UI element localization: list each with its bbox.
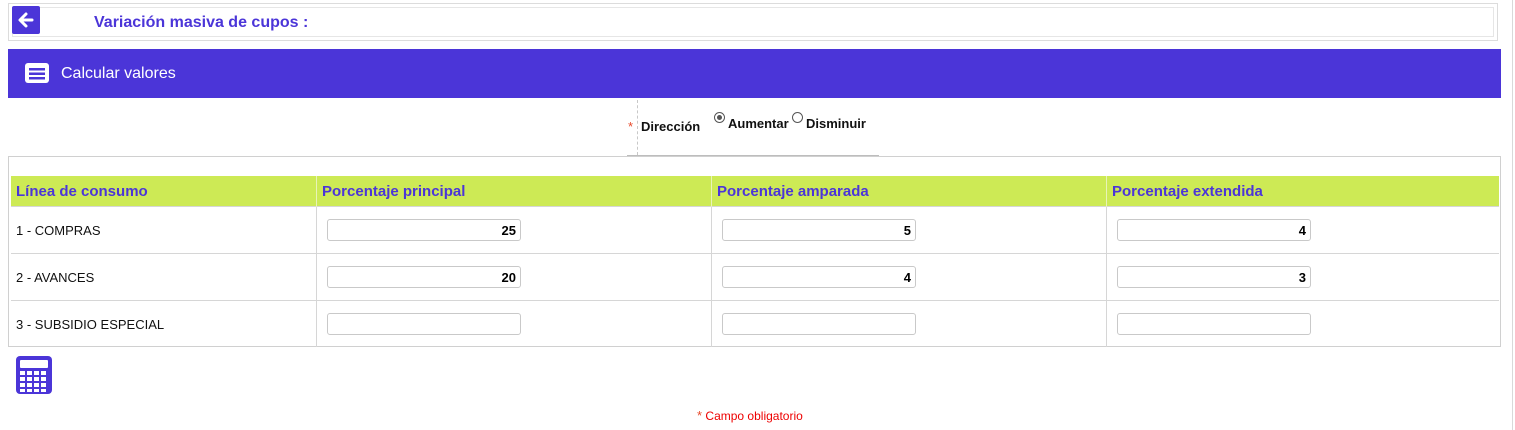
row-name: 2 - AVANCES — [11, 253, 317, 301]
required-marker: * — [697, 408, 703, 423]
required-field-note: * Campo obligatorio — [697, 408, 803, 423]
direction-label: Dirección — [641, 119, 701, 134]
radio-disminuir-label[interactable]: Disminuir — [806, 116, 866, 131]
back-button[interactable] — [12, 6, 40, 34]
consumption-table: Línea de consumo Porcentaje principal Po… — [11, 176, 1499, 347]
extendida-input[interactable] — [1117, 266, 1311, 288]
radio-aumentar-label[interactable]: Aumentar — [728, 116, 789, 131]
principal-input[interactable] — [327, 313, 521, 335]
radio-aumentar[interactable] — [714, 112, 725, 123]
arrow-left-icon — [18, 12, 34, 28]
column-header-amparada: Porcentaje amparada — [711, 176, 1107, 207]
consumption-table-panel: Línea de consumo Porcentaje principal Po… — [8, 156, 1501, 347]
required-marker: * — [628, 119, 634, 134]
table-row: 3 - SUBSIDIO ESPECIAL — [11, 300, 1499, 347]
page-right-border — [1512, 0, 1513, 430]
amparada-input[interactable] — [722, 266, 916, 288]
column-header-linea: Línea de consumo — [11, 176, 317, 207]
table-row: 1 - COMPRAS — [11, 206, 1499, 254]
calculator-icon[interactable] — [15, 355, 53, 395]
column-header-principal: Porcentaje principal — [316, 176, 712, 207]
principal-input[interactable] — [327, 219, 521, 241]
extendida-input[interactable] — [1117, 313, 1311, 335]
section-header: Calcular valores — [8, 49, 1501, 98]
required-note-text: Campo obligatorio — [705, 409, 803, 423]
column-header-extendida: Porcentaje extendida — [1106, 176, 1499, 207]
field-divider — [637, 100, 638, 155]
section-title: Calcular valores — [61, 65, 176, 82]
extendida-input[interactable] — [1117, 219, 1311, 241]
principal-input[interactable] — [327, 266, 521, 288]
radio-disminuir[interactable] — [792, 112, 803, 123]
page-title: Variación masiva de cupos : — [94, 14, 309, 31]
row-name: 3 - SUBSIDIO ESPECIAL — [11, 300, 317, 347]
row-name: 1 - COMPRAS — [11, 206, 317, 254]
table-header-row: Línea de consumo Porcentaje principal Po… — [11, 176, 1499, 207]
card-list-icon — [25, 63, 49, 83]
table-row: 2 - AVANCES — [11, 253, 1499, 301]
amparada-input[interactable] — [722, 313, 916, 335]
amparada-input[interactable] — [722, 219, 916, 241]
